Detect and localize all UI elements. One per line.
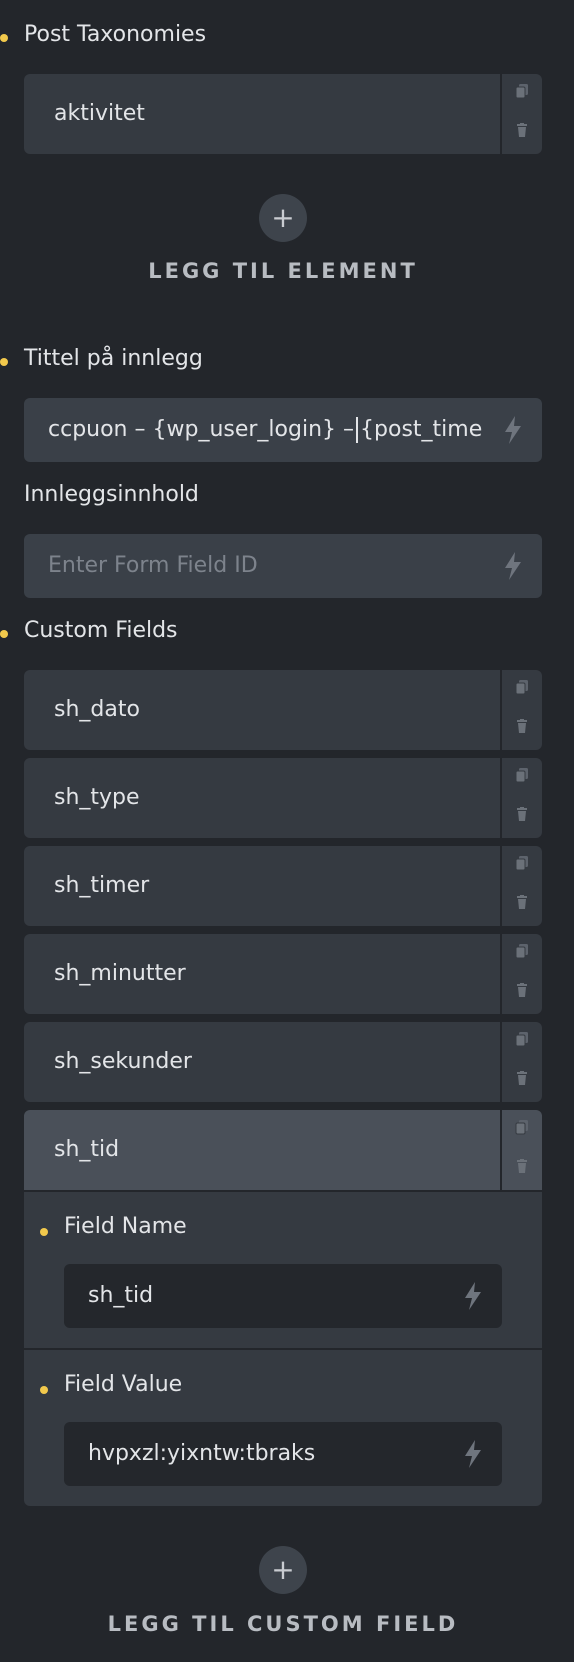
repeater-item-label: sh_dato (54, 697, 140, 722)
copy-icon[interactable] (514, 855, 530, 871)
post-title-text-before: ccpuon – {wp_user_login} – (48, 417, 355, 442)
repeater-item-label: sh_timer (54, 873, 150, 898)
repeater-item[interactable]: sh_dato (24, 670, 542, 750)
item-actions (500, 934, 542, 1014)
trash-icon[interactable] (514, 894, 530, 910)
trash-icon[interactable] (514, 1070, 530, 1086)
repeater-item-label: sh_tid (54, 1137, 120, 1162)
field-name-label: Field Name (64, 1214, 187, 1239)
repeater-item[interactable]: sh_sekunder (24, 1022, 542, 1102)
plus-icon: + (271, 1553, 295, 1586)
copy-icon[interactable] (514, 1119, 530, 1135)
field-value-label: Field Value (64, 1372, 183, 1397)
trash-icon[interactable] (514, 122, 530, 138)
post-title-label: Tittel på innlegg (24, 346, 203, 371)
trash-icon[interactable] (514, 982, 530, 998)
copy-icon[interactable] (514, 943, 530, 959)
post-title-text-after: {post_time} (360, 417, 482, 442)
item-actions (500, 670, 542, 750)
repeater-item-label: sh_type (54, 785, 140, 810)
item-actions (500, 1110, 542, 1190)
post-content-input[interactable]: Enter Form Field ID (24, 534, 542, 598)
section-indicator-dot (0, 34, 8, 42)
custom-fields-label: Custom Fields (24, 618, 178, 643)
post-title-input[interactable]: ccpuon – {wp_user_login} –{post_time} (24, 398, 542, 462)
repeater-item[interactable]: sh_timer (24, 846, 542, 926)
field-name-input[interactable]: sh_tid (64, 1264, 502, 1328)
section-indicator-dot (0, 358, 8, 366)
section-indicator-dot (40, 1228, 48, 1236)
trash-icon[interactable] (514, 1158, 530, 1174)
post-content-label: Innleggsinnhold (24, 482, 199, 507)
trash-icon[interactable] (514, 718, 530, 734)
lightning-bolt-icon[interactable] (502, 416, 524, 444)
text-cursor (356, 417, 359, 443)
lightning-bolt-icon[interactable] (462, 1282, 484, 1310)
trash-icon[interactable] (514, 806, 530, 822)
item-actions (500, 1022, 542, 1102)
lightning-bolt-icon[interactable] (462, 1440, 484, 1468)
copy-icon[interactable] (514, 679, 530, 695)
add-custom-field-label[interactable]: LEGG TIL CUSTOM FIELD (0, 1612, 566, 1636)
expanded-field-panel: Field Name sh_tid (24, 1192, 542, 1348)
repeater-item-label: sh_sekunder (54, 1049, 192, 1074)
field-name-value[interactable]: sh_tid (88, 1264, 442, 1328)
section-indicator-dot (0, 630, 8, 638)
repeater-item[interactable]: aktivitet (24, 74, 542, 154)
post-title-value[interactable]: ccpuon – {wp_user_login} –{post_time} (48, 398, 482, 462)
copy-icon[interactable] (514, 767, 530, 783)
field-value-value[interactable]: hvpxzl:yixntw:tbraks (88, 1422, 442, 1486)
copy-icon[interactable] (514, 83, 530, 99)
field-value-input[interactable]: hvpxzl:yixntw:tbraks (64, 1422, 502, 1486)
repeater-item-active[interactable]: sh_tid (24, 1110, 542, 1190)
post-taxonomies-label: Post Taxonomies (24, 22, 207, 47)
plus-icon: + (271, 201, 295, 234)
item-actions (500, 846, 542, 926)
copy-icon[interactable] (514, 1031, 530, 1047)
item-actions (500, 74, 542, 154)
add-custom-field-button[interactable]: + (259, 1546, 307, 1594)
lightning-bolt-icon[interactable] (502, 552, 524, 580)
repeater-item[interactable]: sh_minutter (24, 934, 542, 1014)
add-element-label[interactable]: LEGG TIL ELEMENT (0, 259, 566, 283)
repeater-item-label: sh_minutter (54, 961, 186, 986)
section-indicator-dot (40, 1386, 48, 1394)
item-actions (500, 758, 542, 838)
repeater-item[interactable]: sh_type (24, 758, 542, 838)
repeater-item-label: aktivitet (54, 101, 145, 126)
expanded-field-panel: Field Value hvpxzl:yixntw:tbraks (24, 1350, 542, 1506)
post-content-placeholder[interactable]: Enter Form Field ID (48, 534, 482, 598)
add-element-button[interactable]: + (259, 194, 307, 242)
